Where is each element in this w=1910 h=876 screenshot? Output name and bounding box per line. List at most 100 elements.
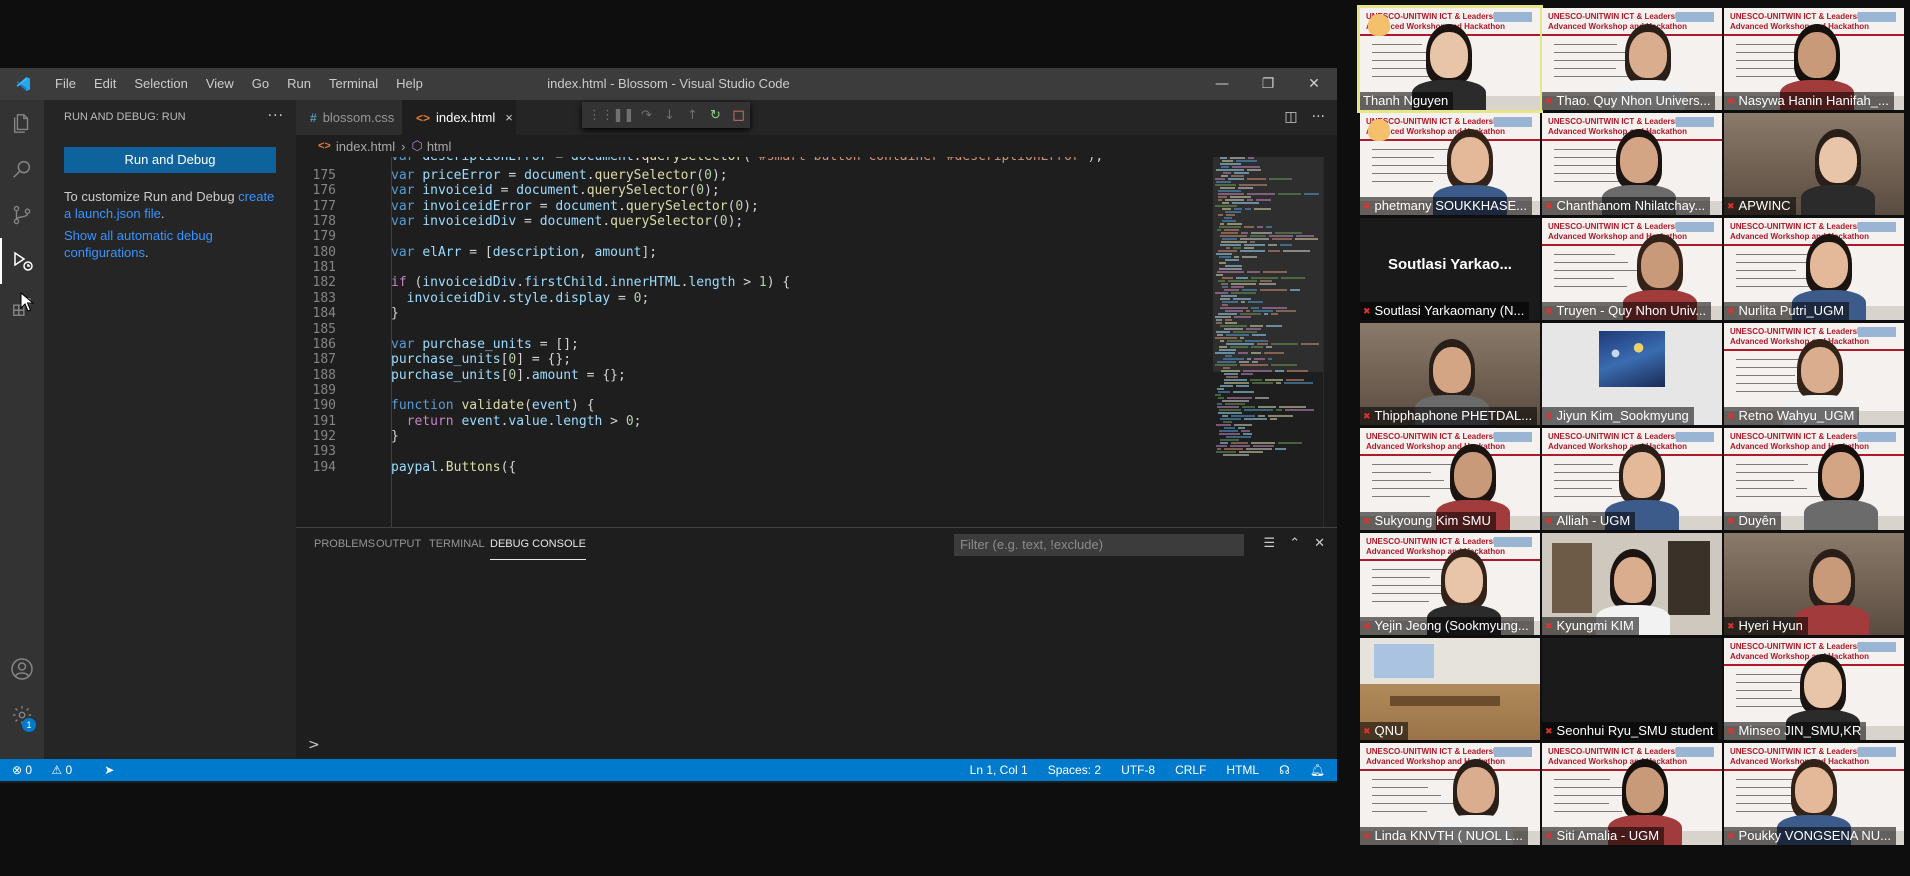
muted-mic-icon: ✖: [1363, 726, 1371, 736]
participant-name-label: ✖ Seonhui Ryu_SMU student: [1542, 722, 1719, 740]
slide-text-line: [1554, 779, 1610, 780]
console-prompt[interactable]: >: [308, 737, 320, 753]
drag-handle-icon[interactable]: ⋮⋮: [588, 108, 614, 123]
run-and-debug-button[interactable]: Run and Debug: [64, 147, 276, 173]
muted-mic-icon: ✖: [1727, 306, 1735, 316]
clear-console-icon[interactable]: ☰: [1264, 534, 1276, 554]
element-icon: ⬡: [411, 138, 423, 153]
participant-face: [1457, 767, 1495, 813]
participant-video-tile[interactable]: UNESCO-UNITWIN ICT & Leadership Advanced …: [1724, 218, 1904, 320]
breadcrumb-node[interactable]: html: [427, 139, 452, 154]
feedback-icon[interactable]: ☊: [1279, 759, 1290, 781]
participant-video-tile[interactable]: ✖ Kyungmi KIM: [1542, 533, 1722, 635]
menu-run[interactable]: Run: [278, 68, 320, 100]
language-mode[interactable]: HTML: [1226, 759, 1259, 781]
search-icon[interactable]: [0, 146, 44, 192]
restore-icon[interactable]: ❐: [1245, 68, 1291, 100]
editor-scrollbar[interactable]: [1323, 157, 1337, 527]
participant-video-tile[interactable]: UNESCO-UNITWIN ICT & Leadership Advanced …: [1724, 8, 1904, 110]
encoding[interactable]: UTF-8: [1121, 759, 1155, 781]
participant-video-tile[interactable]: UNESCO-UNITWIN ICT & Leadership Advanced …: [1724, 428, 1904, 530]
tab-blossom-css[interactable]: # blossom.css: [296, 100, 402, 135]
menu-edit[interactable]: Edit: [85, 68, 125, 100]
participant-video-tile[interactable]: UNESCO-UNITWIN ICT & Leadership Advanced …: [1724, 743, 1904, 845]
participant-name: Sukyoung Kim SMU: [1374, 513, 1491, 528]
participant-name: Alliah - UGM: [1556, 513, 1631, 528]
cursor-position[interactable]: Ln 1, Col 1: [970, 759, 1028, 781]
show-all-debug-link[interactable]: Show all automatic debug configurations: [64, 228, 213, 260]
tab-close-icon[interactable]: ×: [505, 110, 513, 125]
participant-video-tile[interactable]: ✖ Thipphaphone PHETDAL...: [1360, 323, 1540, 425]
participant-video-tile[interactable]: ✖ Seonhui Ryu_SMU student: [1542, 638, 1722, 740]
restart-icon[interactable]: ↻: [704, 108, 727, 123]
stop-icon[interactable]: □: [727, 108, 750, 123]
step-over-icon[interactable]: ↷: [635, 108, 658, 123]
split-editor-icon[interactable]: ◫: [1284, 109, 1297, 125]
minimap-token: [1269, 178, 1292, 180]
problems-status[interactable]: ⊗ 0 ⚠ 0: [12, 759, 88, 781]
participant-video-tile[interactable]: UNESCO-UNITWIN ICT & Leadership Advanced …: [1542, 428, 1722, 530]
slide-divider: [1360, 454, 1540, 456]
tab-index-html[interactable]: <> index.html ×: [402, 100, 516, 135]
participant-video-tile[interactable]: UNESCO-UNITWIN ICT & Leadership Advanced …: [1542, 218, 1722, 320]
indentation[interactable]: Spaces: 2: [1048, 759, 1101, 781]
explorer-icon[interactable]: [0, 100, 44, 146]
minimap-token: [1219, 409, 1241, 411]
minimap[interactable]: [1213, 157, 1323, 527]
participant-face: [1641, 242, 1679, 288]
line-endings[interactable]: CRLF: [1175, 759, 1206, 781]
pause-icon[interactable]: ❚❚: [612, 108, 635, 123]
more-actions-icon[interactable]: ···: [268, 109, 284, 123]
tab-debug-console[interactable]: DEBUG CONSOLE: [490, 528, 586, 560]
more-editor-actions-icon[interactable]: ···: [1312, 109, 1325, 125]
minimap-token: [1225, 199, 1244, 201]
participant-video-tile[interactable]: ✖ APWINC: [1724, 113, 1904, 215]
tab-problems[interactable]: PROBLEMS: [314, 528, 375, 561]
participant-video-tile[interactable]: UNESCO-UNITWIN ICT & Leadership Advanced …: [1360, 533, 1540, 635]
close-icon[interactable]: ✕: [1291, 68, 1337, 100]
participant-video-tile[interactable]: UNESCO-UNITWIN ICT & Leadership Advanced …: [1542, 8, 1722, 110]
participant-video-tile[interactable]: Soutlasi Yarkao... ✖ Soutlasi Yarkaomany (…: [1360, 218, 1540, 320]
participant-video-tile[interactable]: UNESCO-UNITWIN ICT & Leadership Advanced …: [1724, 638, 1904, 740]
tab-output[interactable]: OUTPUT: [376, 528, 421, 561]
menu-view[interactable]: View: [197, 68, 243, 100]
step-out-icon[interactable]: ↑: [681, 108, 704, 123]
participant-video-tile[interactable]: UNESCO-UNITWIN ICT & Leadership Advanced …: [1724, 323, 1904, 425]
menu-file[interactable]: File: [46, 68, 85, 100]
run-debug-icon[interactable]: [0, 238, 44, 284]
participant-video-tile[interactable]: UNESCO-UNITWIN ICT & Leadership Advanced …: [1360, 113, 1540, 215]
manage-gear-icon[interactable]: 1: [0, 692, 44, 738]
source-control-icon[interactable]: [0, 192, 44, 238]
menu-terminal[interactable]: Terminal: [320, 68, 387, 100]
minimap-token: [1216, 424, 1231, 426]
participant-video-tile[interactable]: UNESCO-UNITWIN ICT & Leadership Advanced …: [1360, 743, 1540, 845]
slide-text-line: [1372, 779, 1455, 780]
step-into-icon[interactable]: ↓: [658, 108, 681, 123]
minimap-token: [1242, 289, 1257, 291]
close-panel-icon[interactable]: ✕: [1314, 534, 1325, 554]
participant-video-tile[interactable]: ✖ QNU: [1360, 638, 1540, 740]
participant-video-tile[interactable]: UNESCO-UNITWIN ICT & Leadership Advanced …: [1360, 428, 1540, 530]
live-share-icon[interactable]: ➤: [104, 759, 114, 781]
notifications-bell-icon[interactable]: 🔔︎: [1310, 759, 1325, 781]
minimize-icon[interactable]: —: [1199, 68, 1245, 100]
participant-video-tile[interactable]: UNESCO-UNITWIN ICT & Leadership Advanced …: [1542, 743, 1722, 845]
code-editor[interactable]: var descriptionError = document.querySel…: [296, 157, 1205, 527]
participant-video-tile[interactable]: ✖ Hyeri Hyun: [1724, 533, 1904, 635]
participant-name-label: ✖ Truyen - Quy Nhon Univ...: [1542, 302, 1712, 320]
menu-go[interactable]: Go: [243, 68, 278, 100]
menu-help[interactable]: Help: [387, 68, 432, 100]
breadcrumb-file[interactable]: index.html: [336, 139, 395, 154]
participant-video-tile[interactable]: UNESCO-UNITWIN ICT & Leadership Advanced …: [1542, 113, 1722, 215]
minimap-token: [1244, 247, 1254, 249]
minimap-token: [1222, 202, 1229, 204]
menu-selection[interactable]: Selection: [125, 68, 196, 100]
participant-video-tile[interactable]: ✖ Jiyun Kim_Sookmyung: [1542, 323, 1722, 425]
tab-terminal[interactable]: TERMINAL: [429, 528, 485, 561]
maximize-panel-icon[interactable]: ⌃: [1289, 534, 1300, 554]
accounts-icon[interactable]: [0, 646, 44, 692]
participant-video-tile[interactable]: UNESCO-UNITWIN ICT & Leadership Advanced …: [1357, 5, 1543, 113]
filter-input[interactable]: Filter (e.g. text, !exclude): [954, 534, 1244, 556]
minimap-token: [1220, 385, 1233, 387]
minimap-token: [1234, 208, 1242, 210]
